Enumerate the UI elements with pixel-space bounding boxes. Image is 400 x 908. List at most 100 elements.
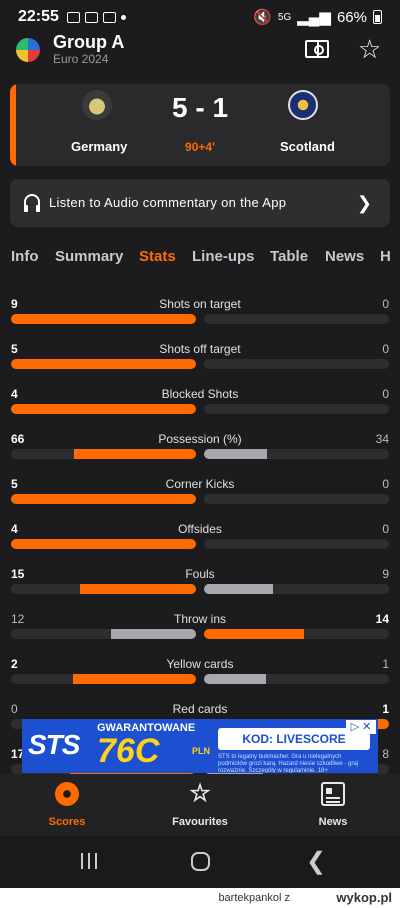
stat-row: 15 Fouls 9 xyxy=(11,567,389,612)
stat-row: 4 Blocked Shots 0 xyxy=(11,387,389,432)
tab-info[interactable]: Info xyxy=(11,248,39,265)
cloud-icon xyxy=(84,11,98,23)
stat-home-fill xyxy=(11,359,196,369)
match-score: 5 - 1 xyxy=(171,92,229,123)
stat-away-fill xyxy=(204,629,304,639)
recent-apps-button[interactable] xyxy=(81,853,97,869)
nav-scores-label: Scores xyxy=(48,816,86,828)
stat-label: Fouls xyxy=(185,567,215,581)
stat-label: Shots off target xyxy=(159,342,241,356)
stat-home-fill xyxy=(80,584,196,594)
stat-label: Shots on target xyxy=(159,297,241,311)
stat-away-bar xyxy=(204,449,389,459)
page-title: Group A xyxy=(53,32,125,52)
tab-h2h[interactable]: H xyxy=(380,248,391,265)
stat-label: Red cards xyxy=(172,702,228,716)
page-subtitle: Euro 2024 xyxy=(53,52,109,66)
stat-home-fill xyxy=(11,494,196,504)
stat-label: Offsides xyxy=(178,522,222,536)
status-time: 22:55 xyxy=(18,8,59,25)
stat-row: 5 Shots off target 0 xyxy=(11,342,389,387)
stat-row: 5 Corner Kicks 0 xyxy=(11,477,389,522)
stat-away-bar xyxy=(204,494,389,504)
stat-away-value: 0 xyxy=(382,387,389,401)
stat-home-fill xyxy=(111,629,196,639)
stat-home-bar xyxy=(11,404,196,414)
favourite-button[interactable]: ☆ xyxy=(358,36,384,62)
tab-stats[interactable]: Stats xyxy=(139,248,176,265)
stat-row: 9 Shots on target 0 xyxy=(11,297,389,342)
euro-logo-icon xyxy=(16,38,40,62)
stat-home-bar xyxy=(11,674,196,684)
stat-label: Throw ins xyxy=(173,612,226,626)
network-type: 5G xyxy=(277,11,292,23)
ad-close-button[interactable]: ▷ ✕ xyxy=(346,720,376,734)
match-header: Group A Euro 2024 ☆ xyxy=(0,30,400,72)
stat-away-bar xyxy=(204,314,389,324)
stat-away-bar xyxy=(204,539,389,549)
mute-icon: 🔇 xyxy=(253,9,272,26)
live-indicator xyxy=(10,84,16,166)
stat-away-value: 1 xyxy=(382,702,389,716)
headphones-icon xyxy=(24,194,40,212)
tab-table[interactable]: Table xyxy=(270,248,308,265)
nav-favourites[interactable]: ☆ Favourites xyxy=(150,780,250,829)
stat-home-bar xyxy=(11,629,196,639)
stat-away-bar xyxy=(204,359,389,369)
audio-commentary-label: Listen to Audio commentary on the App xyxy=(49,195,287,210)
stat-home-bar xyxy=(11,449,196,459)
tab-summary[interactable]: Summary xyxy=(55,248,123,265)
bottom-navigation: Scores ☆ Favourites News xyxy=(0,774,400,836)
notification-icons xyxy=(66,11,126,23)
stat-away-fill xyxy=(204,674,266,684)
stat-home-fill xyxy=(11,314,196,324)
more-notifications-icon xyxy=(120,14,126,20)
status-right: 🔇 5G ▂▄▆ 66% xyxy=(253,8,382,26)
back-button[interactable]: ❮ xyxy=(306,847,326,876)
newspaper-icon xyxy=(321,782,345,806)
stat-home-fill xyxy=(11,404,196,414)
audio-commentary-banner[interactable]: Listen to Audio commentary on the App ❯ xyxy=(10,179,390,227)
match-tabs: Info Summary Stats Line-ups Table News H xyxy=(11,246,400,270)
tab-lineups[interactable]: Line-ups xyxy=(192,248,255,265)
stat-home-fill xyxy=(11,539,196,549)
ad-brand: STS xyxy=(28,729,80,760)
tab-news[interactable]: News xyxy=(325,248,364,265)
system-navigation-bar: ❮ xyxy=(0,836,400,888)
home-team-name: Germany xyxy=(71,139,128,154)
stat-label: Blocked Shots xyxy=(161,387,239,401)
chevron-right-icon: ❯ xyxy=(356,193,372,213)
advertisement-banner[interactable]: STS GWARANTOWANE 76C PLN KOD: LIVESCORE … xyxy=(22,719,378,773)
pitch-view-button[interactable] xyxy=(304,36,330,62)
stat-label: Yellow cards xyxy=(166,657,234,671)
away-team-name: Scotland xyxy=(280,139,335,154)
watermark-strip: bartekpankol z wykop.pl xyxy=(0,888,400,908)
uploader-name: bartekpankol z xyxy=(218,892,290,904)
battery-level: 66% xyxy=(336,8,367,26)
soccer-ball-icon xyxy=(55,782,79,806)
stat-home-bar xyxy=(11,359,196,369)
stat-away-bar xyxy=(204,404,389,414)
stat-away-value: 0 xyxy=(382,477,389,491)
scoreboard[interactable]: 5 - 1 Germany 90+4' Scotland xyxy=(10,84,390,166)
stat-away-value: 0 xyxy=(382,297,389,311)
stat-label: Possession (%) xyxy=(158,432,242,446)
stat-home-bar xyxy=(11,539,196,549)
signal-icon: ▂▄▆ xyxy=(297,9,331,26)
stat-home-fill xyxy=(74,449,196,459)
nav-news-label: News xyxy=(318,816,348,828)
stat-away-bar xyxy=(204,629,389,639)
site-watermark: wykop.pl xyxy=(336,890,392,905)
stat-away-value: 8 xyxy=(382,747,389,761)
stat-away-value: 0 xyxy=(382,522,389,536)
stat-away-fill xyxy=(204,584,273,594)
home-button[interactable] xyxy=(191,852,210,871)
stat-away-value: 1 xyxy=(382,657,389,671)
ad-currency: PLN xyxy=(192,746,210,756)
status-bar: 22:55 🔇 5G ▂▄▆ 66% xyxy=(0,0,400,34)
stat-row: 2 Yellow cards 1 xyxy=(11,657,389,702)
stat-away-value: 9 xyxy=(382,567,389,581)
nav-scores[interactable]: Scores xyxy=(17,780,117,828)
match-minute: 90+4' xyxy=(185,140,215,154)
nav-news[interactable]: News xyxy=(283,780,383,828)
